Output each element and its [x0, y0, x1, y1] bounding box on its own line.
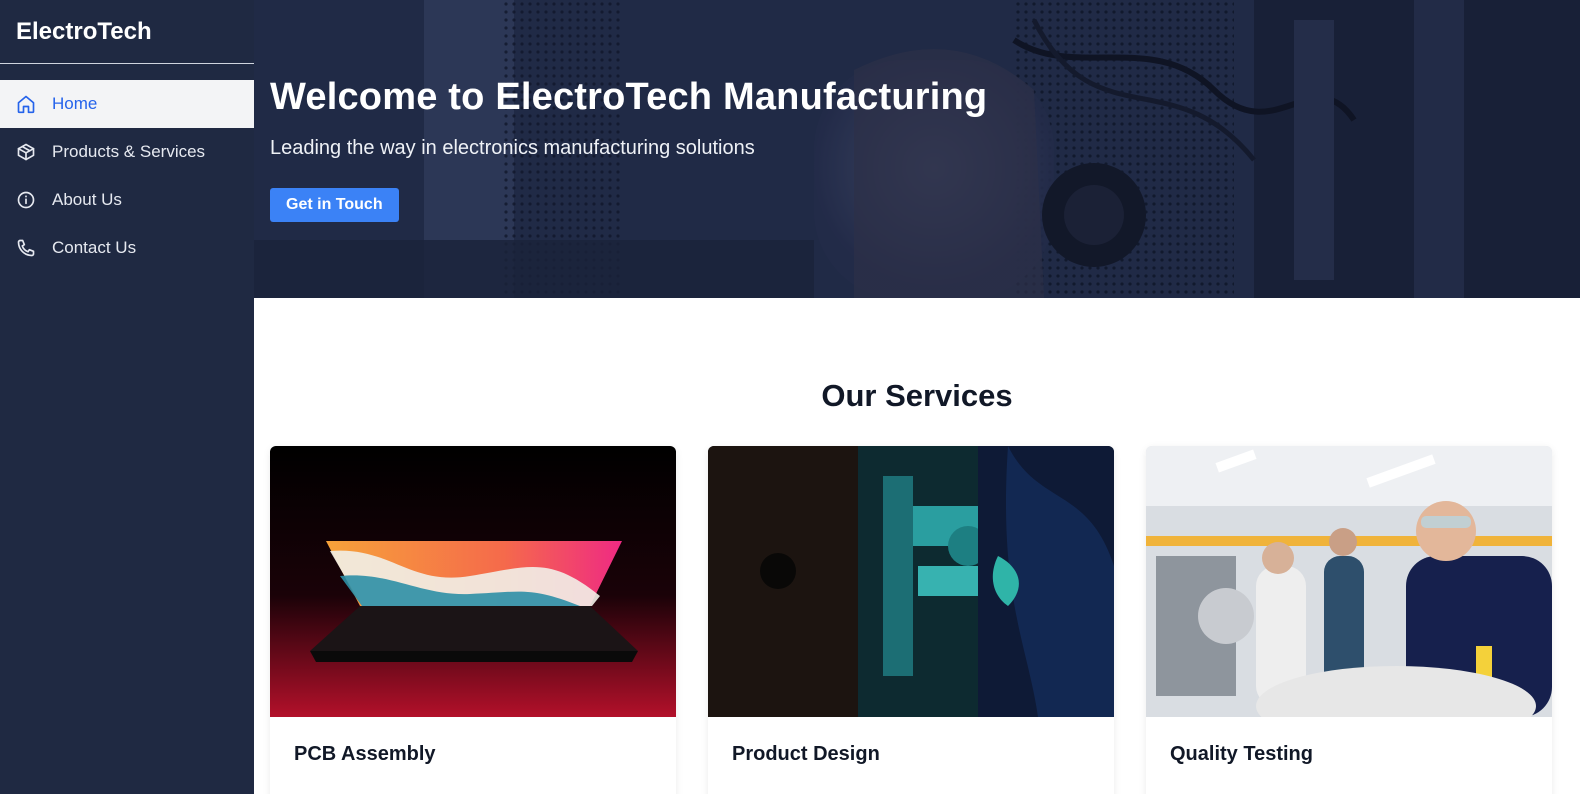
sidebar-item-contact-us[interactable]: Contact Us — [0, 224, 254, 272]
service-card-pcb-assembly[interactable]: PCB Assembly — [270, 446, 676, 794]
service-card-title: Quality Testing — [1170, 743, 1313, 765]
sidebar: ElectroTech Home Products & Services Abo… — [0, 0, 254, 794]
hero-content: Welcome to ElectroTech Manufacturing Lea… — [270, 76, 987, 222]
hero-title: Welcome to ElectroTech Manufacturing — [270, 76, 988, 118]
sidebar-nav: Home Products & Services About Us Contac… — [0, 80, 254, 272]
sidebar-item-products-services[interactable]: Products & Services — [0, 128, 254, 176]
services-cards: PCB Assembly Product Design Quality Test… — [254, 446, 1580, 794]
service-card-title: Product Design — [732, 743, 880, 765]
services-title: Our Services — [821, 378, 1013, 413]
sidebar-item-label: Products & Services — [52, 142, 206, 161]
sidebar-item-home[interactable]: Home — [0, 80, 254, 128]
services-section: Our Services PCB Assembly Product Design… — [254, 298, 1580, 794]
get-in-touch-button[interactable]: Get in Touch — [270, 188, 399, 222]
home-icon — [16, 94, 36, 114]
sidebar-item-label: About Us — [52, 190, 122, 209]
service-card-quality-testing[interactable]: Quality Testing — [1146, 446, 1552, 794]
info-icon — [16, 190, 36, 210]
brand-logo[interactable]: ElectroTech — [0, 0, 254, 64]
sidebar-item-label: Home — [52, 94, 98, 113]
box-icon — [16, 142, 36, 162]
app: ElectroTech Home Products & Services Abo… — [0, 0, 1580, 794]
hero-subtitle: Leading the way in electronics manufactu… — [270, 137, 755, 159]
service-card-product-design[interactable]: Product Design — [708, 446, 1114, 794]
hero-banner: Welcome to ElectroTech Manufacturing Lea… — [254, 0, 1580, 298]
laptop-photo — [270, 446, 676, 717]
service-card-title: PCB Assembly — [294, 743, 436, 765]
phone-icon — [16, 238, 36, 258]
machinery-photo — [708, 446, 1114, 717]
sidebar-item-label: Contact Us — [52, 238, 137, 257]
sidebar-item-about-us[interactable]: About Us — [0, 176, 254, 224]
main-content: Welcome to ElectroTech Manufacturing Lea… — [254, 0, 1580, 794]
lab-engineers-photo — [1146, 446, 1552, 717]
